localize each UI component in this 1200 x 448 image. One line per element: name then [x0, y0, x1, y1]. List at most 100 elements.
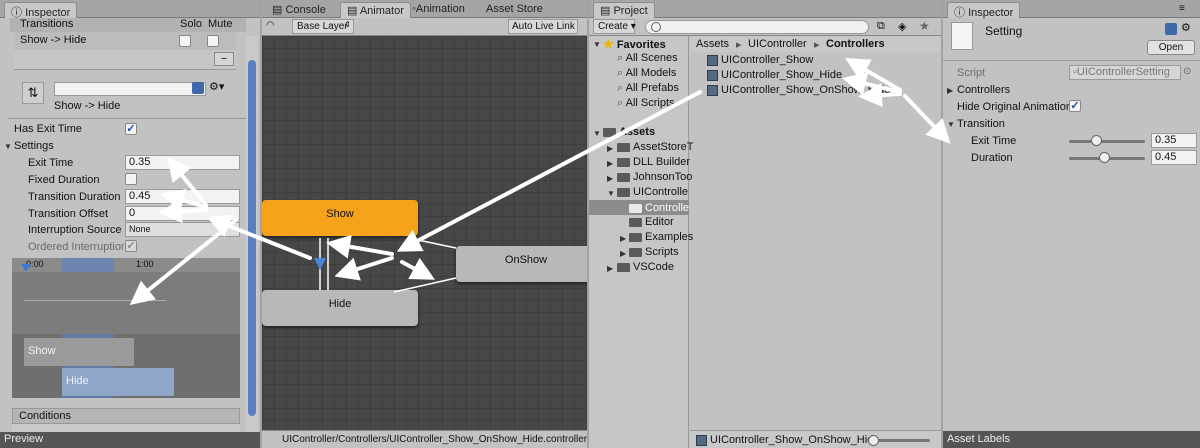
asset-labels-bar[interactable]: Asset Labels	[943, 431, 1200, 448]
state-node-show[interactable]: Show	[262, 200, 418, 236]
breadcrumb-item[interactable]: Controllers	[826, 38, 885, 50]
triangle-right-icon[interactable]: ▶	[607, 144, 613, 153]
filter-type-icon[interactable]: ⧉	[877, 20, 885, 33]
tree-item-favorite[interactable]: ⌕ All Models	[617, 67, 676, 80]
timeline-show-bar[interactable]: Show	[24, 338, 134, 366]
filter-label-icon[interactable]: ◈	[898, 20, 906, 33]
script-label: Script	[957, 67, 986, 79]
tab-inspector[interactable]: ⓘ Inspector	[947, 2, 1021, 19]
breadcrumb-item[interactable]: UIController	[748, 38, 807, 50]
exit-time-field[interactable]: 0.35	[1151, 133, 1197, 148]
triangle-down-icon[interactable]: ▼	[607, 189, 615, 198]
tab-animation[interactable]: ◦Animation	[406, 2, 471, 18]
create-dropdown[interactable]: Create ▾	[593, 19, 636, 34]
solo-checkbox[interactable]	[179, 35, 191, 47]
assets-foldout[interactable]: Assets	[603, 126, 655, 138]
layer-dropdown[interactable]: Base Layer ⇕	[292, 19, 354, 34]
tab-inspector[interactable]: ⓘ Inspector	[4, 2, 78, 19]
exit-time-field[interactable]: 0.35	[125, 155, 240, 170]
triangle-right-icon[interactable]: ▶	[620, 234, 626, 243]
auto-live-link-button[interactable]: Auto Live Link	[508, 19, 578, 34]
tab-console[interactable]: ▤ Console	[266, 2, 332, 18]
triangle-down-icon[interactable]: ▼	[593, 40, 601, 49]
controllers-foldout[interactable]: Controllers	[957, 84, 1010, 96]
tree-item-folder[interactable]: DLL Builder	[617, 156, 690, 168]
tree-item-folder[interactable]: AssetStoreT	[617, 141, 694, 153]
tree-item-label: JohnsonToo	[633, 171, 693, 183]
tree-item-folder[interactable]: VSCode	[617, 261, 674, 273]
tree-item-folder[interactable]: Examples	[629, 231, 693, 243]
tree-item-folder[interactable]: JohnsonToo	[617, 171, 692, 183]
triangle-right-icon[interactable]: ▶	[607, 264, 613, 273]
hide-original-checkbox[interactable]: ✓	[1069, 100, 1081, 112]
tree-item-selected[interactable]: Controlle	[589, 200, 689, 215]
fixed-duration-checkbox[interactable]	[125, 173, 137, 185]
transition-duration-field[interactable]: 0.45	[125, 189, 240, 204]
triangle-right-icon[interactable]: ▶	[620, 249, 626, 258]
transition-offset-field[interactable]: 0	[125, 206, 240, 221]
search-input[interactable]	[645, 20, 869, 34]
hide-original-label: Hide Original Animation	[957, 101, 1071, 113]
animator-icon: ▤	[347, 5, 360, 17]
tree-item-favorite[interactable]: ⌕ All Scenes	[617, 52, 678, 65]
icon-size-slider[interactable]	[870, 439, 930, 442]
divider	[8, 118, 252, 119]
breadcrumb-item[interactable]: Assets	[696, 38, 729, 50]
asset-file[interactable]: UIController_Show_OnShow_Hide	[707, 84, 890, 96]
triangle-right-icon[interactable]: ▶	[607, 174, 613, 183]
tree-item-folder[interactable]: Editor	[629, 216, 674, 228]
playhead-marker-icon[interactable]	[21, 264, 31, 272]
help-icon[interactable]	[192, 82, 204, 94]
triangle-down-icon[interactable]: ▼	[4, 142, 12, 151]
transition-row[interactable]: Show -> Hide	[14, 32, 236, 50]
exit-time-slider-knob[interactable]	[1091, 135, 1102, 146]
timeline-hide-bar[interactable]: Hide	[62, 368, 174, 396]
transition-foldout[interactable]: Transition	[957, 118, 1005, 130]
triangle-down-icon[interactable]: ▼	[593, 129, 601, 138]
preview-label: Preview	[4, 433, 44, 445]
transition-name-field[interactable]	[54, 82, 206, 96]
exit-time-slider[interactable]	[1069, 140, 1145, 143]
gear-icon[interactable]: ⚙	[1181, 21, 1191, 34]
asset-file[interactable]: UIController_Show_Hide	[707, 69, 842, 81]
help-icon[interactable]	[1165, 23, 1177, 35]
tree-item-folder[interactable]: UIControlle	[617, 186, 688, 198]
triangle-right-icon[interactable]: ▶	[607, 159, 613, 168]
icon-size-slider-knob[interactable]	[868, 435, 879, 446]
mute-checkbox[interactable]	[207, 35, 219, 47]
eye-icon[interactable]: ◠	[266, 20, 275, 31]
tab-asset-store[interactable]: Asset Store	[480, 2, 549, 18]
interruption-source-dropdown[interactable]: None	[125, 222, 240, 237]
favorite-star-icon[interactable]: ★	[919, 19, 930, 33]
duration-slider-knob[interactable]	[1099, 152, 1110, 163]
gear-icon[interactable]: ⚙▾	[209, 80, 224, 93]
state-node-label: Show	[326, 208, 354, 220]
duration-field[interactable]: 0.45	[1151, 150, 1197, 165]
scrollbar[interactable]	[246, 36, 258, 432]
tree-item-favorite[interactable]: ⌕ All Scripts	[617, 97, 675, 110]
tree-item-folder[interactable]: Controlle	[629, 202, 689, 214]
transition-timeline[interactable]: 0:00 1:00 Show Hide	[12, 258, 240, 398]
tree-item-folder[interactable]: Scripts	[629, 246, 679, 258]
search-icon: ⌕	[617, 67, 624, 79]
state-node-onshow[interactable]: OnShow	[456, 246, 587, 282]
triangle-right-icon[interactable]: ▶	[947, 86, 953, 95]
asset-file-label: UIController_Show_OnShow_Hide	[721, 84, 891, 96]
favorites-foldout[interactable]: ★ Favorites	[603, 37, 666, 51]
tab-menu-icon[interactable]: ≡	[1179, 3, 1185, 14]
settings-foldout[interactable]: Settings	[14, 140, 54, 152]
tree-item-label: DLL Builder	[633, 156, 691, 168]
asset-file[interactable]: UIController_Show	[707, 54, 813, 66]
tab-animator[interactable]: ▤ Animator	[340, 2, 411, 18]
animator-toolbar: ◠ Base Layer ⇕ Auto Live Link	[262, 18, 587, 36]
state-node-hide[interactable]: Hide	[262, 290, 418, 326]
preview-header[interactable]: Preview	[0, 432, 260, 448]
triangle-down-icon[interactable]: ▼	[947, 120, 955, 129]
tab-project[interactable]: ▤ Project	[593, 2, 655, 18]
object-picker-icon[interactable]: ⊙	[1183, 66, 1191, 77]
tree-item-favorite[interactable]: ⌕ All Prefabs	[617, 82, 679, 95]
has-exit-time-checkbox[interactable]: ✓	[125, 123, 137, 135]
open-button[interactable]: Open	[1147, 40, 1195, 55]
remove-transition-button[interactable]: −	[214, 52, 234, 66]
scrollbar-thumb[interactable]	[248, 60, 256, 416]
